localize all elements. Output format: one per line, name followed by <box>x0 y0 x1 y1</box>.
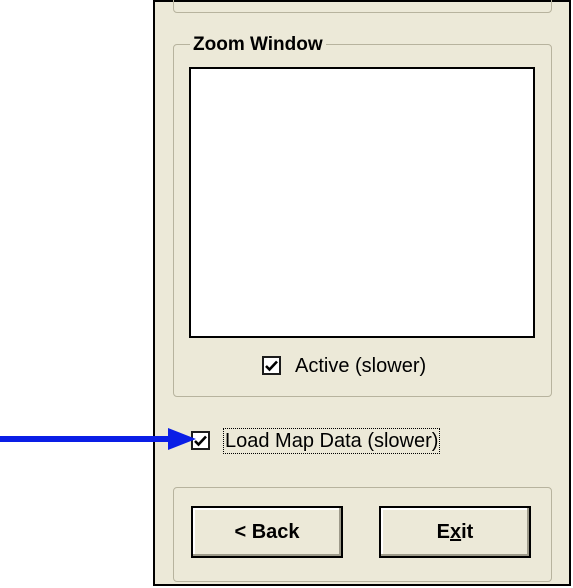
back-button[interactable]: < Back <box>191 506 343 558</box>
active-checkbox-label[interactable]: Active (slower) <box>295 355 426 377</box>
active-checkbox[interactable] <box>262 356 281 375</box>
previous-groupbox <box>173 0 552 13</box>
zoom-window-view[interactable] <box>189 67 535 338</box>
navigation-button-group: < Back Exit <box>173 487 552 582</box>
arrow-shaft <box>0 436 172 442</box>
arrow-head <box>168 428 196 450</box>
load-map-data-label[interactable]: Load Map Data (slower) <box>222 428 441 454</box>
exit-button[interactable]: Exit <box>379 506 531 558</box>
wizard-panel: Zoom Window Active (slower) Load Map Dat… <box>153 0 571 586</box>
zoom-window-title: Zoom Window <box>190 35 326 55</box>
checkmark-icon <box>265 360 278 371</box>
exit-button-label: Exit <box>436 520 474 543</box>
zoom-window-groupbox: Zoom Window Active (slower) <box>173 35 552 397</box>
arrow-right-icon <box>0 428 196 450</box>
